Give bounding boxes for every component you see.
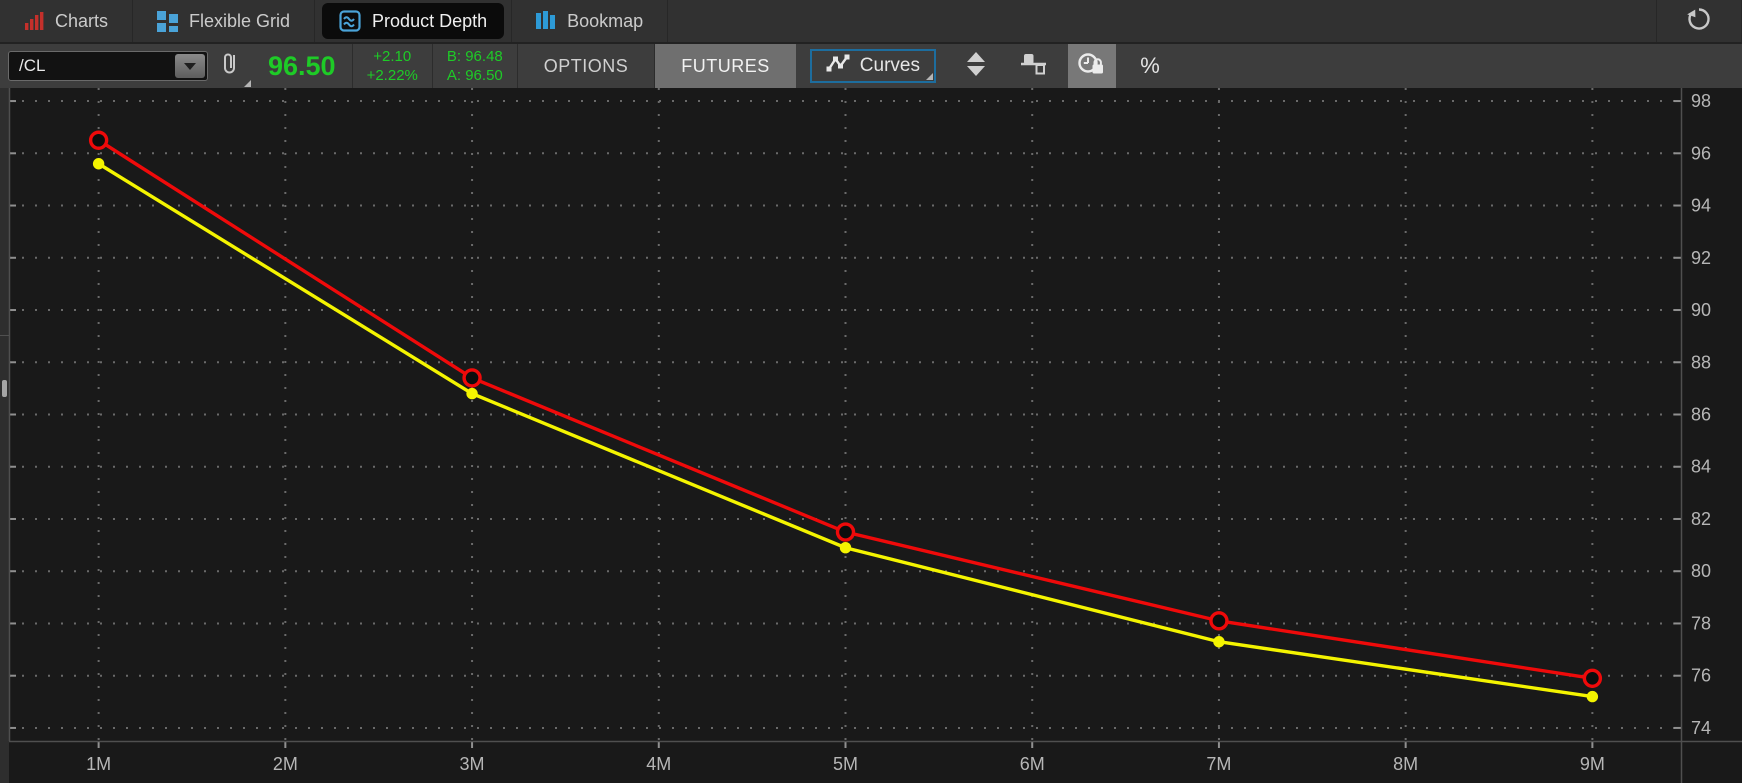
data-point-marker bbox=[1213, 636, 1225, 648]
refresh-button[interactable] bbox=[1656, 0, 1742, 42]
last-price-cell: 96.50 bbox=[252, 44, 353, 88]
y-axis-label: 82 bbox=[1691, 509, 1711, 529]
y-axis-label: 76 bbox=[1691, 666, 1711, 686]
depth-step-button[interactable] bbox=[1010, 44, 1058, 88]
x-axis-label: 6M bbox=[1020, 754, 1045, 774]
tab-bar: Charts Flexible Grid Product Depth Bookm… bbox=[0, 0, 1742, 44]
x-axis-label: 8M bbox=[1393, 754, 1418, 774]
data-point-marker bbox=[92, 158, 105, 170]
y-axis-label: 94 bbox=[1691, 196, 1711, 216]
y-axis-label: 78 bbox=[1691, 613, 1711, 633]
y-axis-label: 86 bbox=[1691, 405, 1711, 425]
tab-label: Charts bbox=[55, 10, 109, 31]
y-axis-label: 88 bbox=[1691, 352, 1711, 372]
bid-ask-cell: B: 96.48 A: 96.50 bbox=[433, 44, 518, 88]
depth-waves-icon bbox=[339, 10, 361, 32]
columns-icon bbox=[536, 11, 556, 31]
data-point-marker bbox=[466, 387, 478, 400]
sort-arrows-button[interactable] bbox=[952, 44, 1000, 88]
symbol-value: /CL bbox=[19, 56, 46, 75]
x-axis-label: 2M bbox=[273, 754, 298, 774]
tab-product-depth[interactable]: Product Depth bbox=[315, 0, 513, 42]
clock-lock-button[interactable] bbox=[1067, 44, 1116, 88]
percent-label: % bbox=[1140, 53, 1160, 78]
y-axis-label: 96 bbox=[1691, 143, 1711, 163]
tab-label: Bookmap bbox=[567, 10, 644, 31]
symbol-input[interactable]: /CL bbox=[8, 51, 208, 81]
x-axis-label: 3M bbox=[460, 754, 485, 774]
x-axis-label: 9M bbox=[1580, 754, 1605, 774]
data-point-marker bbox=[88, 130, 109, 150]
x-axis-label: 4M bbox=[646, 754, 671, 774]
gridlines bbox=[9, 88, 1682, 741]
data-point-marker bbox=[462, 368, 482, 388]
active-tab-pill: Product Depth bbox=[322, 3, 505, 39]
yellow curve bbox=[92, 158, 1599, 703]
tab-flexible-grid[interactable]: Flexible Grid bbox=[133, 0, 316, 42]
sort-arrows-icon bbox=[965, 51, 987, 81]
x-axis-label: 5M bbox=[833, 754, 858, 774]
tab-bar-spacer bbox=[668, 0, 1656, 42]
data-point-marker bbox=[1582, 668, 1603, 689]
data-point-marker bbox=[839, 542, 852, 554]
data-point-marker bbox=[835, 522, 856, 542]
bid-price: B: 96.48 bbox=[446, 48, 503, 65]
percent-mode-button[interactable]: % bbox=[1126, 44, 1174, 88]
tab-charts[interactable]: Charts bbox=[0, 0, 134, 42]
curves-scatter-icon bbox=[826, 54, 850, 78]
tab-label: Product Depth bbox=[372, 10, 488, 31]
refresh-icon bbox=[1685, 5, 1713, 38]
y-axis-label: 98 bbox=[1691, 91, 1711, 111]
last-price: 96.50 bbox=[268, 50, 336, 81]
axis-labels: 98 96 94 92 90 88 86 84 82 80 78 76 74 1M 2M 3M 4M 5M 6M 7M… bbox=[86, 91, 1711, 774]
y-axis-label: 74 bbox=[1691, 718, 1711, 738]
grid-tiles-icon bbox=[157, 10, 179, 32]
ask-price: A: 96.50 bbox=[446, 67, 503, 84]
red curve bbox=[88, 130, 1603, 689]
y-axis-label: 92 bbox=[1691, 248, 1711, 268]
bar-chart-icon bbox=[24, 11, 44, 31]
corner-notch bbox=[925, 73, 933, 80]
product-depth-window: Charts Flexible Grid Product Depth Bookm… bbox=[0, 0, 1742, 783]
tab-label: Flexible Grid bbox=[189, 10, 291, 31]
price-change: +2.10 bbox=[373, 48, 412, 65]
symbol-dropdown-button[interactable] bbox=[175, 54, 205, 78]
options-button[interactable]: OPTIONS bbox=[518, 44, 656, 88]
y-axis-label: 90 bbox=[1691, 300, 1711, 320]
futures-curve-chart[interactable]: 98 96 94 92 90 88 86 84 82 80 78 76 74 1M 2M 3M 4M 5M 6M 7M… bbox=[0, 88, 1742, 783]
depth-step-icon bbox=[1020, 52, 1047, 81]
data-point-marker bbox=[1209, 611, 1229, 631]
clock-lock-icon bbox=[1077, 51, 1107, 82]
curves-button[interactable]: Curves bbox=[809, 49, 936, 83]
x-axis-label: 7M bbox=[1206, 754, 1231, 774]
futures-button[interactable]: FUTURES bbox=[655, 44, 796, 88]
x-axis-label: 1M bbox=[86, 754, 111, 774]
symbol-link-button[interactable] bbox=[208, 44, 252, 88]
toolbar: /CL 96.50 +2.10 +2.22% B: 96.48 A: 96.50… bbox=[0, 44, 1742, 88]
chevron-down-icon bbox=[184, 62, 196, 70]
curves-button-label: Curves bbox=[859, 55, 920, 76]
corner-notch bbox=[244, 80, 251, 87]
change-cell: +2.10 +2.22% bbox=[353, 44, 433, 88]
data-point-marker bbox=[1586, 690, 1599, 703]
y-axis-label: 80 bbox=[1691, 561, 1711, 581]
price-change-percent: +2.22% bbox=[366, 67, 418, 84]
paperclip-link-icon bbox=[222, 51, 238, 82]
tab-bookmap[interactable]: Bookmap bbox=[512, 0, 669, 42]
y-axis-label: 84 bbox=[1691, 457, 1711, 477]
